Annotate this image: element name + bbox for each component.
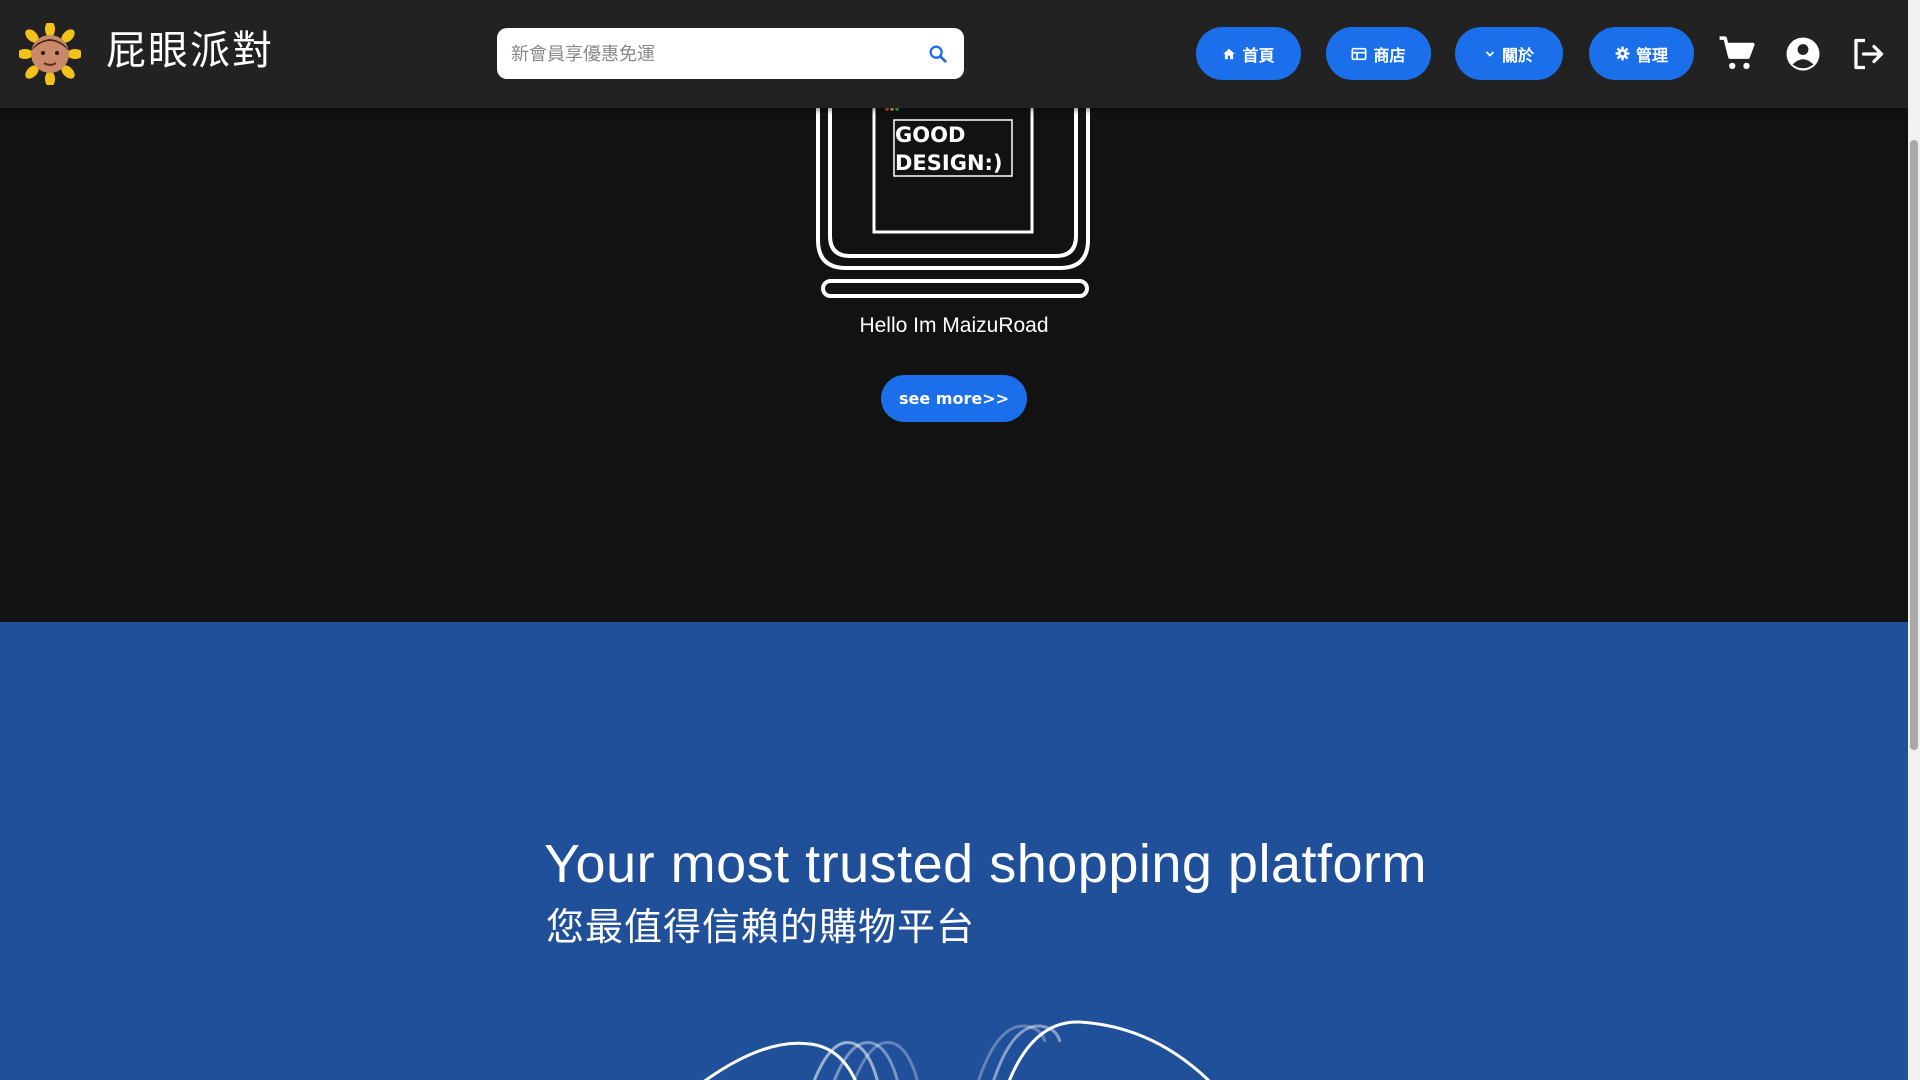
trust-section: Your most trusted shopping platform 您最值得…: [0, 622, 1908, 1080]
store-icon: [1351, 47, 1367, 61]
search-bar: [497, 28, 964, 81]
nav-shop-label: 商店: [1373, 45, 1406, 65]
logout-icon[interactable]: [1847, 33, 1889, 75]
home-icon: [1222, 47, 1236, 61]
sunflower-avatar-logo[interactable]: [19, 23, 81, 85]
laptop-screen-text-line2: DESIGN:): [895, 151, 1003, 175]
search-input[interactable]: [509, 28, 913, 81]
account-icon[interactable]: [1782, 33, 1824, 75]
nav-admin-button[interactable]: 管理: [1589, 27, 1694, 80]
navbar: 屁眼派對 首頁 商店 關於: [0, 0, 1908, 108]
laptop-illustration: GOOD DESIGN:): [816, 90, 1090, 298]
page-scrollbar[interactable]: [1908, 0, 1920, 1080]
search-icon[interactable]: [924, 40, 952, 68]
nav-home-button[interactable]: 首頁: [1196, 27, 1301, 80]
nav-home-label: 首頁: [1242, 45, 1275, 65]
laptop-screen-text-line1: GOOD: [895, 123, 965, 147]
scrollbar-thumb[interactable]: [1910, 140, 1918, 750]
cart-icon[interactable]: [1716, 33, 1758, 75]
nav-admin-label: 管理: [1635, 45, 1668, 65]
page: GOOD DESIGN:) Hello Im MaizuRoad see mor…: [0, 0, 1908, 1080]
trust-title-en: Your most trusted shopping platform: [544, 834, 1427, 894]
brand-name[interactable]: 屁眼派對: [106, 24, 274, 78]
nav-about-label: 關於: [1501, 45, 1534, 65]
nav-shop-button[interactable]: 商店: [1326, 27, 1431, 80]
trust-title-zh: 您最值得信賴的購物平台: [546, 905, 976, 949]
decorative-arcs: [703, 1020, 1211, 1080]
gear-icon: [1615, 46, 1630, 61]
hero-greeting: Hello Im MaizuRoad: [859, 314, 1049, 337]
nav-about-dropdown[interactable]: 關於: [1455, 27, 1563, 80]
chevron-down-icon: [1484, 48, 1496, 60]
see-more-button[interactable]: see more>>: [881, 375, 1027, 422]
